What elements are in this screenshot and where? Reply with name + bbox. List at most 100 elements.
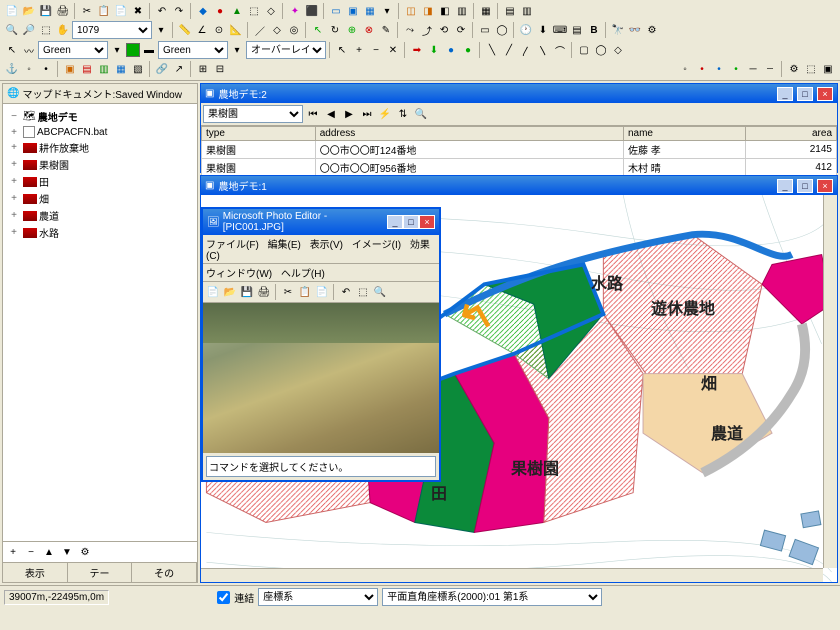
snap-icon[interactable]: ⊗	[361, 22, 377, 38]
ungroup-icon[interactable]: ⊟	[212, 61, 228, 77]
tab-table[interactable]: テー	[68, 563, 133, 582]
tool-icon[interactable]: ▥	[519, 3, 535, 19]
remove-icon[interactable]: −	[23, 544, 39, 560]
path-icon[interactable]: ⟳	[453, 22, 469, 38]
tool-icon[interactable]: ▤	[502, 3, 518, 19]
point-icon[interactable]: •	[728, 61, 744, 77]
tool-icon[interactable]: ●	[212, 3, 228, 19]
undo-icon[interactable]: ↶	[338, 284, 354, 300]
minus-icon[interactable]: −	[368, 42, 384, 58]
path-icon[interactable]: ⟲	[436, 22, 452, 38]
redo-icon[interactable]: ↷	[171, 3, 187, 19]
table-window-titlebar[interactable]: ▣ 農地デモ:2 _ □ ×	[201, 84, 837, 103]
props-icon[interactable]: ⚙	[77, 544, 93, 560]
minimize-button[interactable]: _	[777, 87, 793, 101]
copy-icon[interactable]: 📋	[297, 284, 313, 300]
menu-view[interactable]: 表示(V)	[310, 240, 343, 251]
col-name[interactable]: name	[623, 127, 745, 141]
open-icon[interactable]: 📂	[21, 3, 37, 19]
expand-icon[interactable]: +	[7, 193, 21, 204]
tool-icon[interactable]: ▭	[477, 22, 493, 38]
dash-icon[interactable]: ┄	[762, 61, 778, 77]
close-button[interactable]: ×	[817, 87, 833, 101]
maximize-button[interactable]: □	[797, 87, 813, 101]
arrow-right-icon[interactable]: ➡	[409, 42, 425, 58]
tool-icon[interactable]: ◆	[195, 3, 211, 19]
layer-icon[interactable]: ▣	[62, 61, 78, 77]
tree-item[interactable]: +田	[7, 173, 193, 190]
next-icon[interactable]: ▶	[341, 106, 357, 122]
open-icon[interactable]: 📂	[222, 284, 238, 300]
tool-icon[interactable]: ◯	[494, 22, 510, 38]
draw-line-icon[interactable]: ／	[252, 22, 268, 38]
clock-icon[interactable]: 🕐	[518, 22, 534, 38]
menu-help[interactable]: ヘルプ(H)	[281, 269, 325, 280]
crs-type-combo[interactable]: 座標系	[258, 588, 378, 606]
col-area[interactable]: area	[745, 127, 836, 141]
save-icon[interactable]: 💾	[239, 284, 255, 300]
expand-icon[interactable]: +	[7, 159, 21, 170]
dropdown-icon[interactable]: ▾	[109, 42, 125, 58]
zoom-out-icon[interactable]: 🔎	[21, 22, 37, 38]
table-row[interactable]: 果樹園〇〇市〇〇町124番地佐藤 孝2145	[202, 141, 837, 159]
shape-icon[interactable]: ◯	[593, 42, 609, 58]
tool-icon[interactable]: ◇	[263, 3, 279, 19]
line-tool-icon[interactable]: ╱	[501, 42, 517, 58]
target-icon[interactable]: ◎	[286, 22, 302, 38]
link-icon[interactable]: 🔗	[154, 61, 170, 77]
circle-icon[interactable]: ●	[443, 42, 459, 58]
expand-icon[interactable]: +	[7, 142, 21, 153]
layer-icon[interactable]: ▥	[454, 3, 470, 19]
layer-icon[interactable]: ▦	[113, 61, 129, 77]
tree-item[interactable]: +果樹園	[7, 156, 193, 173]
binoculars-icon[interactable]: 👓	[627, 22, 643, 38]
maximize-button[interactable]: □	[403, 215, 419, 229]
first-icon[interactable]: ⏮	[305, 106, 321, 122]
plus-icon[interactable]: +	[351, 42, 367, 58]
close-button[interactable]: ×	[817, 179, 833, 193]
menu-icon[interactable]: ▤	[569, 22, 585, 38]
undo-icon[interactable]: ↶	[154, 3, 170, 19]
dropdown-icon[interactable]: ▾	[153, 22, 169, 38]
snap-icon[interactable]: ⊕	[344, 22, 360, 38]
crs-combo[interactable]: 平面直角座標系(2000):01 第1系	[382, 588, 602, 606]
fill-icon[interactable]: ▬	[141, 42, 157, 58]
search-icon[interactable]: 🔭	[610, 22, 626, 38]
bold-icon[interactable]: B	[586, 22, 602, 38]
tree-item[interactable]: +耕作放棄地	[7, 139, 193, 156]
layer-icon[interactable]: ▥	[96, 61, 112, 77]
layer-tree[interactable]: − 🗺 農地デモ +ABCPACFN.bat+耕作放棄地+果樹園+田+畑+農道+…	[3, 104, 197, 541]
photo-titlebar[interactable]: 🖼 Microsoft Photo Editor - [PIC001.JPG] …	[203, 209, 439, 235]
path-icon[interactable]: ⤴	[419, 22, 435, 38]
layer-select[interactable]: 果樹園	[203, 105, 303, 123]
tool-icon[interactable]: ▣	[820, 61, 836, 77]
tool-icon[interactable]: ▲	[229, 3, 245, 19]
pointer-icon[interactable]: ↖	[4, 42, 20, 58]
angle-icon[interactable]: ∠	[194, 22, 210, 38]
shape-icon[interactable]: ◇	[610, 42, 626, 58]
tool-icon[interactable]: ⬚	[246, 3, 262, 19]
tool-icon[interactable]: ⬇	[535, 22, 551, 38]
col-type[interactable]: type	[202, 127, 316, 141]
shape-icon[interactable]: ▢	[576, 42, 592, 58]
filter-icon[interactable]: ⚡	[377, 106, 393, 122]
paste-icon[interactable]: 📄	[314, 284, 330, 300]
menu-image[interactable]: イメージ(I)	[352, 240, 401, 251]
wand-icon[interactable]: ✦	[287, 3, 303, 19]
point-icon[interactable]: •	[694, 61, 710, 77]
polyline-icon[interactable]: 〳	[518, 42, 534, 58]
settings-icon[interactable]: ⚙	[786, 61, 802, 77]
save-icon[interactable]: 💾	[38, 3, 54, 19]
polyline-icon[interactable]: 〵	[535, 42, 551, 58]
layer-icon[interactable]: ▤	[79, 61, 95, 77]
node-icon[interactable]: ◦	[21, 61, 37, 77]
window-icon[interactable]: ▦	[362, 3, 378, 19]
window-icon[interactable]: ▭	[328, 3, 344, 19]
select-icon[interactable]: ↖	[310, 22, 326, 38]
expand-icon[interactable]: +	[7, 127, 21, 138]
zoom-icon[interactable]: 🔍	[372, 284, 388, 300]
group-icon[interactable]: ⊞	[195, 61, 211, 77]
collapse-icon[interactable]: −	[7, 111, 21, 122]
prev-icon[interactable]: ◀	[323, 106, 339, 122]
color-swatch[interactable]	[126, 43, 140, 57]
